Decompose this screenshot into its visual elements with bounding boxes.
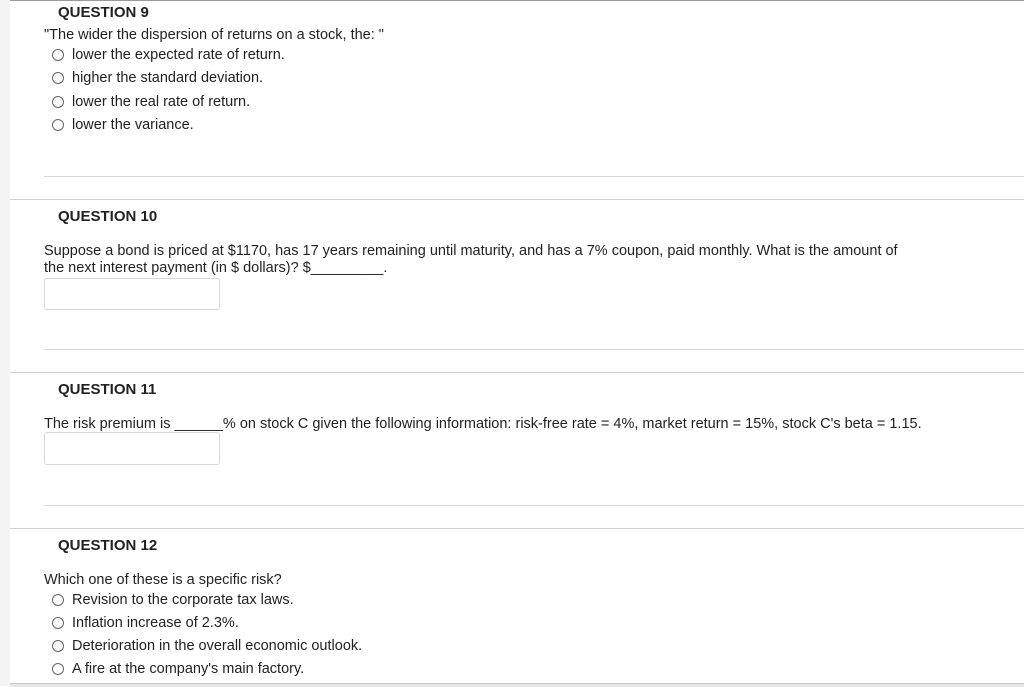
question-12-text: Which one of these is a specific risk? [44,572,282,588]
radio-button[interactable] [52,617,64,629]
question-9-option-2[interactable]: higher the standard deviation. [52,70,263,86]
option-label: A fire at the company's main factory. [72,661,305,677]
question-text: the next interest payment (in $ dollars)… [44,260,311,276]
divider [44,176,1024,177]
top-border [10,0,1024,1]
question-9-option-3[interactable]: lower the real rate of return. [52,94,250,110]
option-label: Inflation increase of 2.3%. [72,615,239,631]
section-border [10,372,1024,373]
question-10-text-line2: the next interest payment (in $ dollars)… [44,260,387,276]
option-label: Deterioration in the overall economic ou… [72,638,363,654]
question-text: The risk premium is [44,416,175,432]
divider [44,349,1024,350]
question-12-option-2[interactable]: Inflation increase of 2.3%. [52,615,239,631]
question-11-answer-input[interactable] [44,432,220,465]
question-12-option-4[interactable]: A fire at the company's main factory. [52,661,304,677]
option-label: lower the real rate of return. [72,94,251,110]
question-12-option-1[interactable]: Revision to the corporate tax laws. [52,592,294,608]
divider [44,505,1024,506]
option-label: lower the variance. [72,117,194,133]
answer-blank: ______ [174,416,223,432]
question-text-end: . [383,260,388,276]
section-border [10,199,1024,200]
radio-button[interactable] [52,640,64,652]
radio-button[interactable] [52,663,64,675]
radio-button[interactable] [52,119,64,131]
radio-button[interactable] [52,96,64,108]
answer-blank: _________ [310,260,384,276]
option-label: higher the standard deviation. [72,70,264,86]
question-9-text: "The wider the dispersion of returns on … [44,27,384,43]
question-9-heading: QUESTION 9 [58,4,149,21]
question-11-text: The risk premium is ______% on stock C g… [44,416,922,432]
radio-button[interactable] [52,594,64,606]
question-10-text-line1: Suppose a bond is priced at $1170, has 1… [44,243,898,259]
left-gutter [0,0,10,686]
radio-button[interactable] [52,72,64,84]
question-text-end: % on stock C given the following informa… [222,416,922,432]
radio-button[interactable] [52,49,64,61]
option-label: lower the expected rate of return. [72,47,285,63]
question-11-heading: QUESTION 11 [58,381,157,398]
question-9-option-1[interactable]: lower the expected rate of return. [52,47,285,63]
question-12-heading: QUESTION 12 [58,537,158,554]
question-10-heading: QUESTION 10 [58,208,158,225]
option-label: Revision to the corporate tax laws. [72,592,294,608]
section-border [10,528,1024,529]
question-12-option-3[interactable]: Deterioration in the overall economic ou… [52,638,362,654]
question-10-answer-input[interactable] [44,278,220,310]
question-9-option-4[interactable]: lower the variance. [52,117,194,133]
bottom-border [10,683,1024,687]
